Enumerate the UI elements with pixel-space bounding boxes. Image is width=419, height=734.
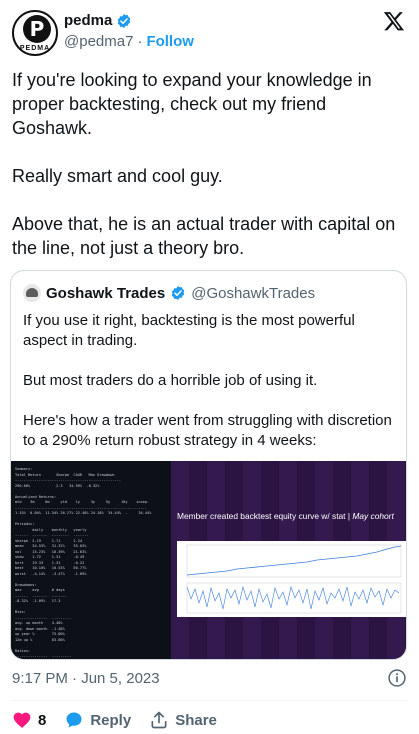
share-label: Share — [175, 711, 217, 729]
quoted-paragraph: But most traders do a horrible job of us… — [23, 372, 318, 389]
quoted-tweet[interactable]: Goshawk Trades @GoshawkTrades If you use… — [10, 270, 407, 660]
tweet-paragraph: Above that, he is an actual trader with … — [12, 214, 396, 258]
author-name-row: pedma — [64, 12, 132, 29]
like-count: 8 — [38, 711, 47, 729]
tweet-header: P PEDMA pedma @pedma7 · Follow — [12, 10, 407, 58]
author-handle-row: @pedma7 · Follow — [64, 33, 194, 50]
equity-curve-plot — [177, 541, 406, 617]
author-handle[interactable]: @pedma7 — [64, 33, 133, 50]
follow-button[interactable]: Follow — [146, 33, 194, 50]
share-upload-icon — [151, 711, 167, 729]
quoted-tweet-header: Goshawk Trades @GoshawkTrades — [23, 284, 315, 302]
verified-badge-icon — [171, 286, 185, 300]
quoted-avatar — [23, 284, 41, 302]
avatar-letter: P — [23, 15, 51, 43]
info-icon[interactable] — [387, 668, 407, 688]
tweet-paragraph: If you're looking to expand your knowled… — [12, 70, 372, 138]
reply-label: Reply — [90, 711, 132, 729]
heart-icon — [13, 712, 31, 728]
media-caption-main: Member created backtest equity curve w/ … — [177, 511, 346, 521]
quoted-handle: @GoshawkTrades — [191, 284, 316, 302]
reply-button[interactable]: Reply — [64, 710, 131, 730]
like-button[interactable]: 8 — [12, 710, 46, 730]
quoted-text: If you use it right, backtesting is the … — [23, 311, 398, 451]
quoted-paragraph: If you use it right, backtesting is the … — [23, 312, 355, 349]
handle-separator: · — [137, 33, 143, 50]
quoted-media-image[interactable]: Summary: Total Return Sharpe CAGR Max Dr… — [11, 461, 406, 659]
terminal-stats-output: Summary: Total Return Sharpe CAGR Max Dr… — [11, 461, 171, 659]
quoted-display-name: Goshawk Trades — [46, 284, 166, 302]
quoted-paragraph: Here's how a trader went from struggling… — [23, 412, 392, 449]
equity-curve-graphic — [186, 544, 402, 614]
author-display-name[interactable]: pedma — [64, 12, 112, 29]
share-button[interactable]: Share — [149, 710, 217, 730]
verified-badge-icon — [118, 13, 131, 28]
avatar-wordmark: PEDMA — [19, 45, 51, 52]
divider — [12, 700, 407, 701]
tweet-text: If you're looking to expand your knowled… — [12, 68, 407, 260]
tweet-timestamp[interactable]: 9:17 PM · Jun 5, 2023 — [12, 670, 160, 687]
avatar[interactable]: P PEDMA — [12, 10, 58, 56]
reply-bubble-icon — [66, 712, 82, 728]
tweet-paragraph: Really smart and cool guy. — [12, 166, 223, 186]
x-logo-icon[interactable] — [383, 10, 405, 32]
tweet-actions: 8 Reply Share — [12, 710, 235, 730]
media-caption-italic: May cohort — [352, 511, 394, 521]
media-caption: Member created backtest equity curve w/ … — [177, 511, 406, 521]
